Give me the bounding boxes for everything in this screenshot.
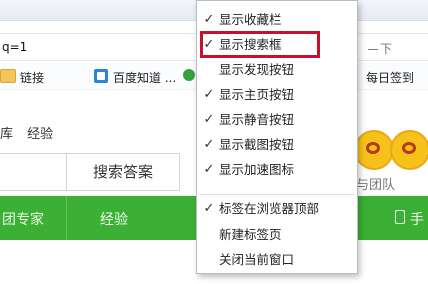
menu-item-label: 显示截图按钮 [219,137,295,152]
link-library[interactable]: 库 [0,127,13,142]
folder-icon [0,69,16,83]
menu-item-label: 关闭当前窗口 [219,252,295,267]
mascot-icon [390,130,428,170]
mascot-icon [354,130,394,170]
menu-item-show-screenshot-button[interactable]: ✓ 显示截图按钮 [197,133,357,157]
green-circle-icon [183,69,195,81]
nav-divider [66,196,67,240]
address-right-button[interactable]: 下 [368,40,392,57]
bookmark-links[interactable]: 链接 [20,69,44,86]
checkmark-icon: ✓ [203,201,215,216]
menu-item-show-mute-button[interactable]: ✓ 显示静音按钮 [197,108,357,132]
menu-item-show-speedup-icon[interactable]: ✓ 显示加速图标 [197,158,357,182]
menu-item-new-tab[interactable]: 新建标签页 [197,223,357,247]
search-answer-button[interactable]: 搜索答案 [66,153,180,191]
menu-item-label: 新建标签页 [219,227,282,242]
checkmark-icon: ✓ [203,137,215,152]
menu-item-label: 标签在浏览器顶部 [219,201,320,216]
nav-experts[interactable]: 团专家 [2,209,44,229]
checkmark-icon: ✓ [203,162,215,177]
menu-item-label: 显示搜索框 [219,37,282,52]
menu-item-show-home-button[interactable]: ✓ 显示主页按钮 [197,83,357,107]
menu-item-show-search-box[interactable]: ✓ 显示搜索框 [197,33,357,57]
menu-item-label: 显示加速图标 [219,162,295,177]
baidu-zhidao-icon [94,69,108,83]
search-input[interactable] [0,153,67,191]
link-experience[interactable]: 经验 [27,127,53,142]
menu-item-close-window[interactable]: 关闭当前窗口 [197,248,357,272]
checkmark-icon: ✓ [203,112,215,127]
nav-mobile[interactable]: 手 [410,209,424,229]
dash-icon [368,49,378,50]
settings-dropdown-menu: ✓ 显示收藏栏 ✓ 显示搜索框 显示发现按钮 ✓ 显示主页按钮 ✓ 显示静音按钮… [196,0,358,274]
nav-experience[interactable]: 经验 [100,209,128,229]
checkmark-icon: ✓ [203,37,215,52]
bookmark-baidu-zhidao[interactable]: 百度知道 ... [113,69,176,86]
address-right-label: 下 [380,42,393,56]
menu-item-show-discover-button[interactable]: 显示发现按钮 [197,58,357,82]
checkmark-icon: ✓ [203,87,215,102]
menu-item-label: 显示静音按钮 [219,112,295,127]
menu-separator [200,194,354,195]
menu-item-label: 显示发现按钮 [219,62,295,77]
address-text[interactable]: q=1 [2,40,27,54]
menu-item-label: 显示主页按钮 [219,87,295,102]
menu-item-show-favorites-bar[interactable]: ✓ 显示收藏栏 [197,8,357,32]
page-links: 库 经验 [0,123,63,142]
menu-item-label: 显示收藏栏 [219,12,282,27]
menu-item-tabs-on-top[interactable]: ✓ 标签在浏览器顶部 [197,197,357,221]
checkmark-icon: ✓ [203,12,215,27]
bookmark-daily-signin[interactable]: 每日签到 [366,69,414,86]
phone-icon [395,210,405,224]
